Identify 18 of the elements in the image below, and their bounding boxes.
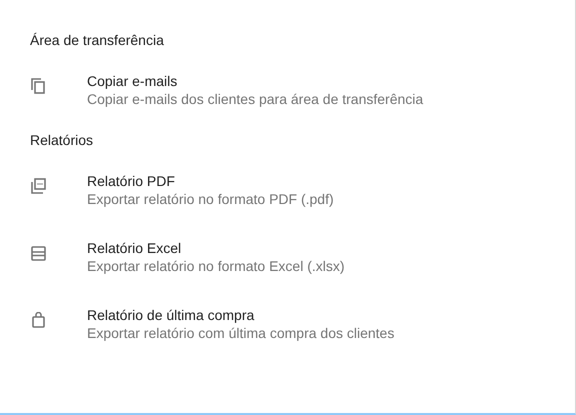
item-title: Relatório PDF [87, 172, 175, 190]
copy-icon [30, 78, 47, 95]
shopping-bag-icon [30, 312, 47, 329]
item-description: Exportar relatório com última compra dos clientes [87, 324, 394, 342]
item-title: Relatório de última compra [87, 306, 254, 324]
item-description: Exportar relatório no formato Excel (.xlsx) [87, 257, 345, 275]
menu-item[interactable]: Relatório de última compra Exportar relatório com última compra dos clientes [0, 301, 575, 368]
document-stack-icon [30, 178, 47, 195]
item-description: Copiar e-mails dos clientes para área de transferência [87, 90, 424, 108]
section-header: Área de transferência [30, 31, 165, 50]
table-icon [30, 245, 47, 262]
menu-item[interactable]: Relatório PDF Exportar relatório no formato PDF (.pdf) [0, 167, 575, 234]
item-title: Relatório Excel [87, 239, 182, 257]
menu-item[interactable]: Copiar e-mails Copiar e-mails dos clientes para área de transferência [0, 67, 575, 134]
item-description: Exportar relatório no formato PDF (.pdf) [87, 190, 334, 208]
section-header: Relatórios [30, 131, 94, 150]
menu-item[interactable]: Relatório Excel Exportar relatório no formato Excel (.xlsx) [0, 234, 575, 301]
item-title: Copiar e-mails [87, 72, 178, 90]
